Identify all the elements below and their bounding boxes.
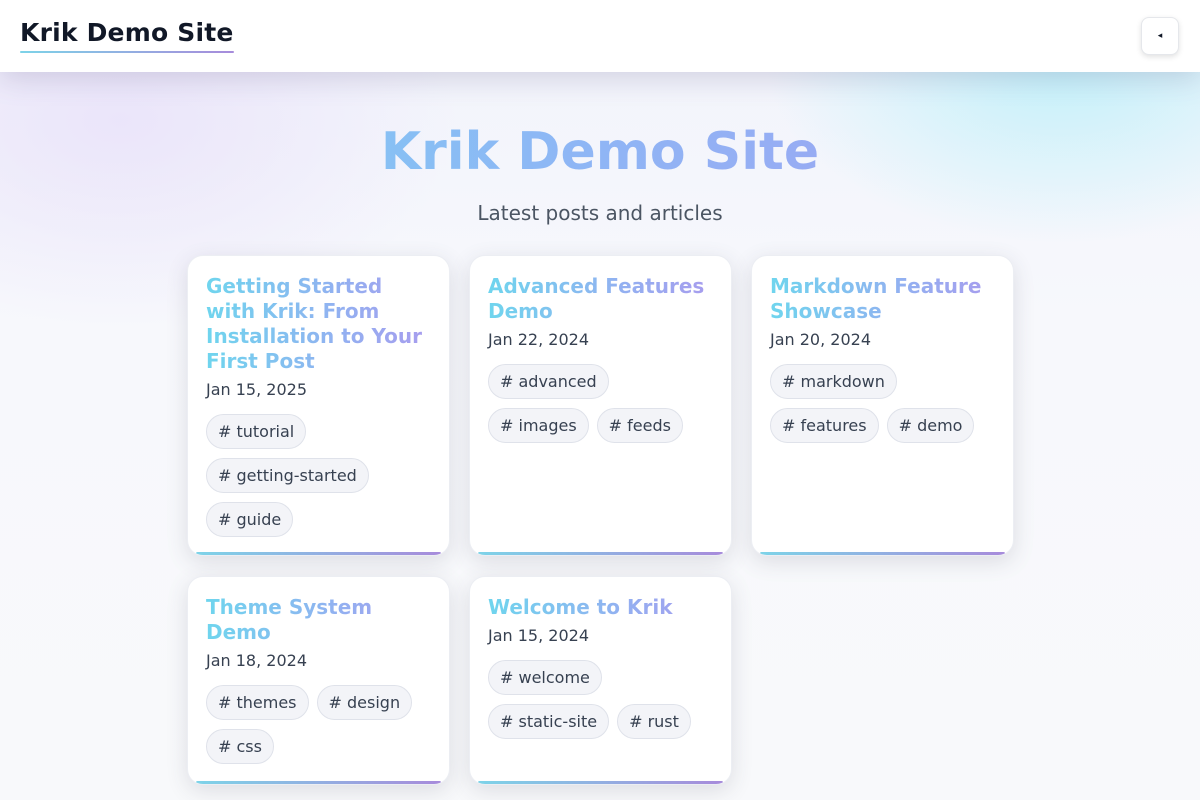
tag-chip[interactable]: # advanced [488,364,609,399]
post-date: Jan 15, 2024 [488,626,589,645]
site-header: Krik Demo Site ◂ [0,0,1200,72]
tag-chip[interactable]: # features [770,408,879,443]
hero-title: Krik Demo Site [0,122,1200,182]
post-tags: # markdown # features # demo [770,364,995,443]
post-tags: # advanced # images # feeds [488,364,713,443]
post-card: Markdown Feature Showcase Jan 20, 2024 #… [751,255,1014,556]
post-card: Theme System Demo Jan 18, 2024 # themes … [187,576,450,785]
tag-chip[interactable]: # images [488,408,589,443]
tag-chip[interactable]: # css [206,729,274,764]
theme-toggle-button[interactable]: ◂ [1141,17,1179,55]
post-title-link[interactable]: Welcome to Krik [488,595,713,620]
post-title-link[interactable]: Theme System Demo [206,595,431,645]
tag-chip[interactable]: # guide [206,502,294,537]
post-title-link[interactable]: Getting Started with Krik: From Installa… [206,274,431,374]
post-date: Jan 22, 2024 [488,330,589,349]
post-date: Jan 15, 2025 [206,380,307,399]
tag-chip[interactable]: # static-site [488,704,610,739]
hero-subtitle: Latest posts and articles [477,201,723,225]
tag-chip[interactable]: # themes [206,685,309,720]
post-date: Jan 20, 2024 [770,330,871,349]
tag-chip[interactable]: # markdown [770,364,897,399]
post-title-link[interactable]: Markdown Feature Showcase [770,274,995,324]
tag-chip[interactable]: # demo [886,408,975,443]
post-date: Jan 18, 2024 [206,651,307,670]
post-card: Advanced Features Demo Jan 22, 2024 # ad… [469,255,732,556]
post-tags: # tutorial # getting-started # guide [206,414,431,537]
tag-chip[interactable]: # getting-started [206,458,369,493]
tag-chip[interactable]: # welcome [488,660,602,695]
site-title-link[interactable]: Krik Demo Site [20,18,234,53]
post-card: Getting Started with Krik: From Installa… [187,255,450,556]
theme-toggle-icon: ◂ [1157,30,1163,41]
tag-chip[interactable]: # feeds [596,408,683,443]
post-tags: # welcome # static-site # rust [488,660,713,739]
tag-chip[interactable]: # tutorial [206,414,307,449]
tag-chip[interactable]: # design [316,685,413,720]
tag-chip[interactable]: # rust [617,704,691,739]
post-card: Welcome to Krik Jan 15, 2024 # welcome #… [469,576,732,785]
post-tags: # themes # design # css [206,685,431,764]
post-title-link[interactable]: Advanced Features Demo [488,274,713,324]
